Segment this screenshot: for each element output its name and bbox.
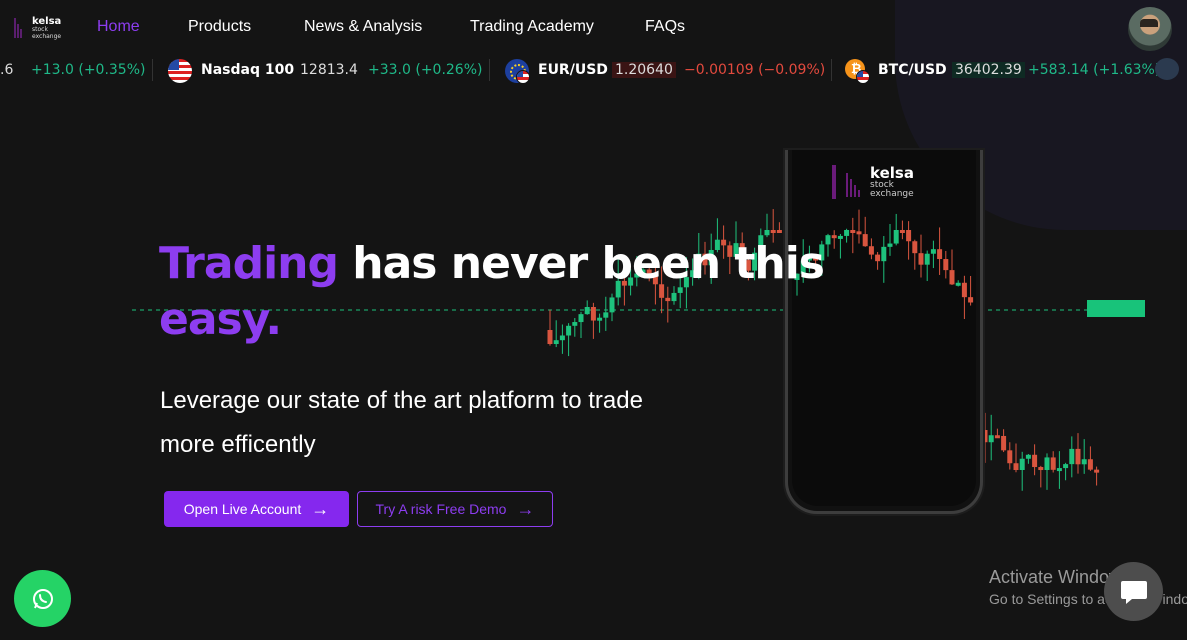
candle-body [1044,457,1050,470]
candle-body [1063,464,1069,469]
us-flag-icon [168,59,192,83]
candle-body [1013,463,1019,470]
candle-body [982,430,988,443]
try-demo-label: Try A risk Free Demo [375,501,507,517]
hero-title-highlight: Trading [159,238,339,289]
candle-body [988,435,994,443]
phone-logo-bar-icon [832,165,842,199]
phone-logo-bars-icon [846,173,862,197]
arrow-right-icon: → [311,499,330,519]
candle-body [1087,459,1093,470]
phone-logo: kelsa stock exchange [832,165,942,201]
ticker-partial-change: +13.0 (+0.35%) [31,62,146,78]
chat-icon [1120,580,1147,604]
chat-button[interactable] [1104,562,1163,621]
candle-body [770,230,776,233]
candle-body [1019,458,1025,470]
ticker-name-eurusd[interactable]: EUR/USD [538,62,608,78]
nav-faqs[interactable]: FAQs [645,18,685,36]
market-ticker: .6 +13.0 (+0.35%) Nasdaq 100 12813.4 +33… [0,56,1187,86]
candle-body [1075,448,1081,465]
nav-home[interactable]: Home [97,18,140,36]
current-price-marker [1087,300,1145,317]
hero-title-line2: easy. [159,294,282,345]
user-avatar[interactable] [1128,7,1172,51]
open-live-account-label: Open Live Account [183,501,302,517]
hero-subtitle: Leverage our state of the art platform t… [160,387,643,458]
arrow-right-icon: → [516,499,535,519]
candle-body [1050,457,1056,470]
open-live-account-button[interactable]: Open Live Account → [164,491,349,527]
whatsapp-icon [32,588,53,609]
candle-body [1038,467,1044,471]
phone-logo-sub-2: exchange [870,189,914,199]
ticker-name-nasdaq[interactable]: Nasdaq 100 [201,62,294,78]
candle-body [1025,454,1031,459]
candle-body [1007,450,1013,464]
candle-body [1069,448,1075,465]
candle-body [994,435,1000,439]
candle-body [1032,454,1038,468]
try-demo-button[interactable]: Try A risk Free Demo → [357,491,553,527]
us-flag-icon [516,70,530,84]
logo-bars-icon [14,18,22,38]
logo-sub-2: exchange [32,33,62,40]
top-navbar: kelsa stock exchange Home Products News … [0,0,1187,56]
ticker-price-nasdaq: 12813.4 [300,62,358,78]
candle-body [776,230,782,233]
ticker-change-eurusd: −0.00109 (−0.09%) [684,62,826,78]
nav-products[interactable]: Products [188,18,251,36]
brand-logo[interactable]: kelsa stock exchange [14,16,74,42]
us-flag-icon [856,70,870,84]
hero-title: Trading has never been this easy. [159,236,825,348]
hero-title-rest: has never been this [337,238,825,289]
candle-body [1056,468,1062,472]
candle-body [1094,469,1100,473]
candle-body [764,230,770,236]
candle-body [1081,459,1087,465]
ticker-price-btcusd: 36402.39 [952,62,1025,78]
ticker-price-eurusd: 1.20640 [612,62,676,78]
nav-trading-academy[interactable]: Trading Academy [470,18,594,36]
nav-news-analysis[interactable]: News & Analysis [304,18,422,36]
candle-body [1001,435,1007,451]
cloud-icon[interactable] [1155,58,1179,80]
phone-logo-word: kelsa [870,164,914,182]
whatsapp-button[interactable] [14,570,71,627]
ticker-name-btcusd[interactable]: BTC/USD [878,62,947,78]
ticker-change-btcusd: +583.14 (+1.63%) [1028,62,1161,78]
ticker-partial-value: .6 [0,62,14,78]
ticker-change-nasdaq: +33.0 (+0.26%) [368,62,483,78]
